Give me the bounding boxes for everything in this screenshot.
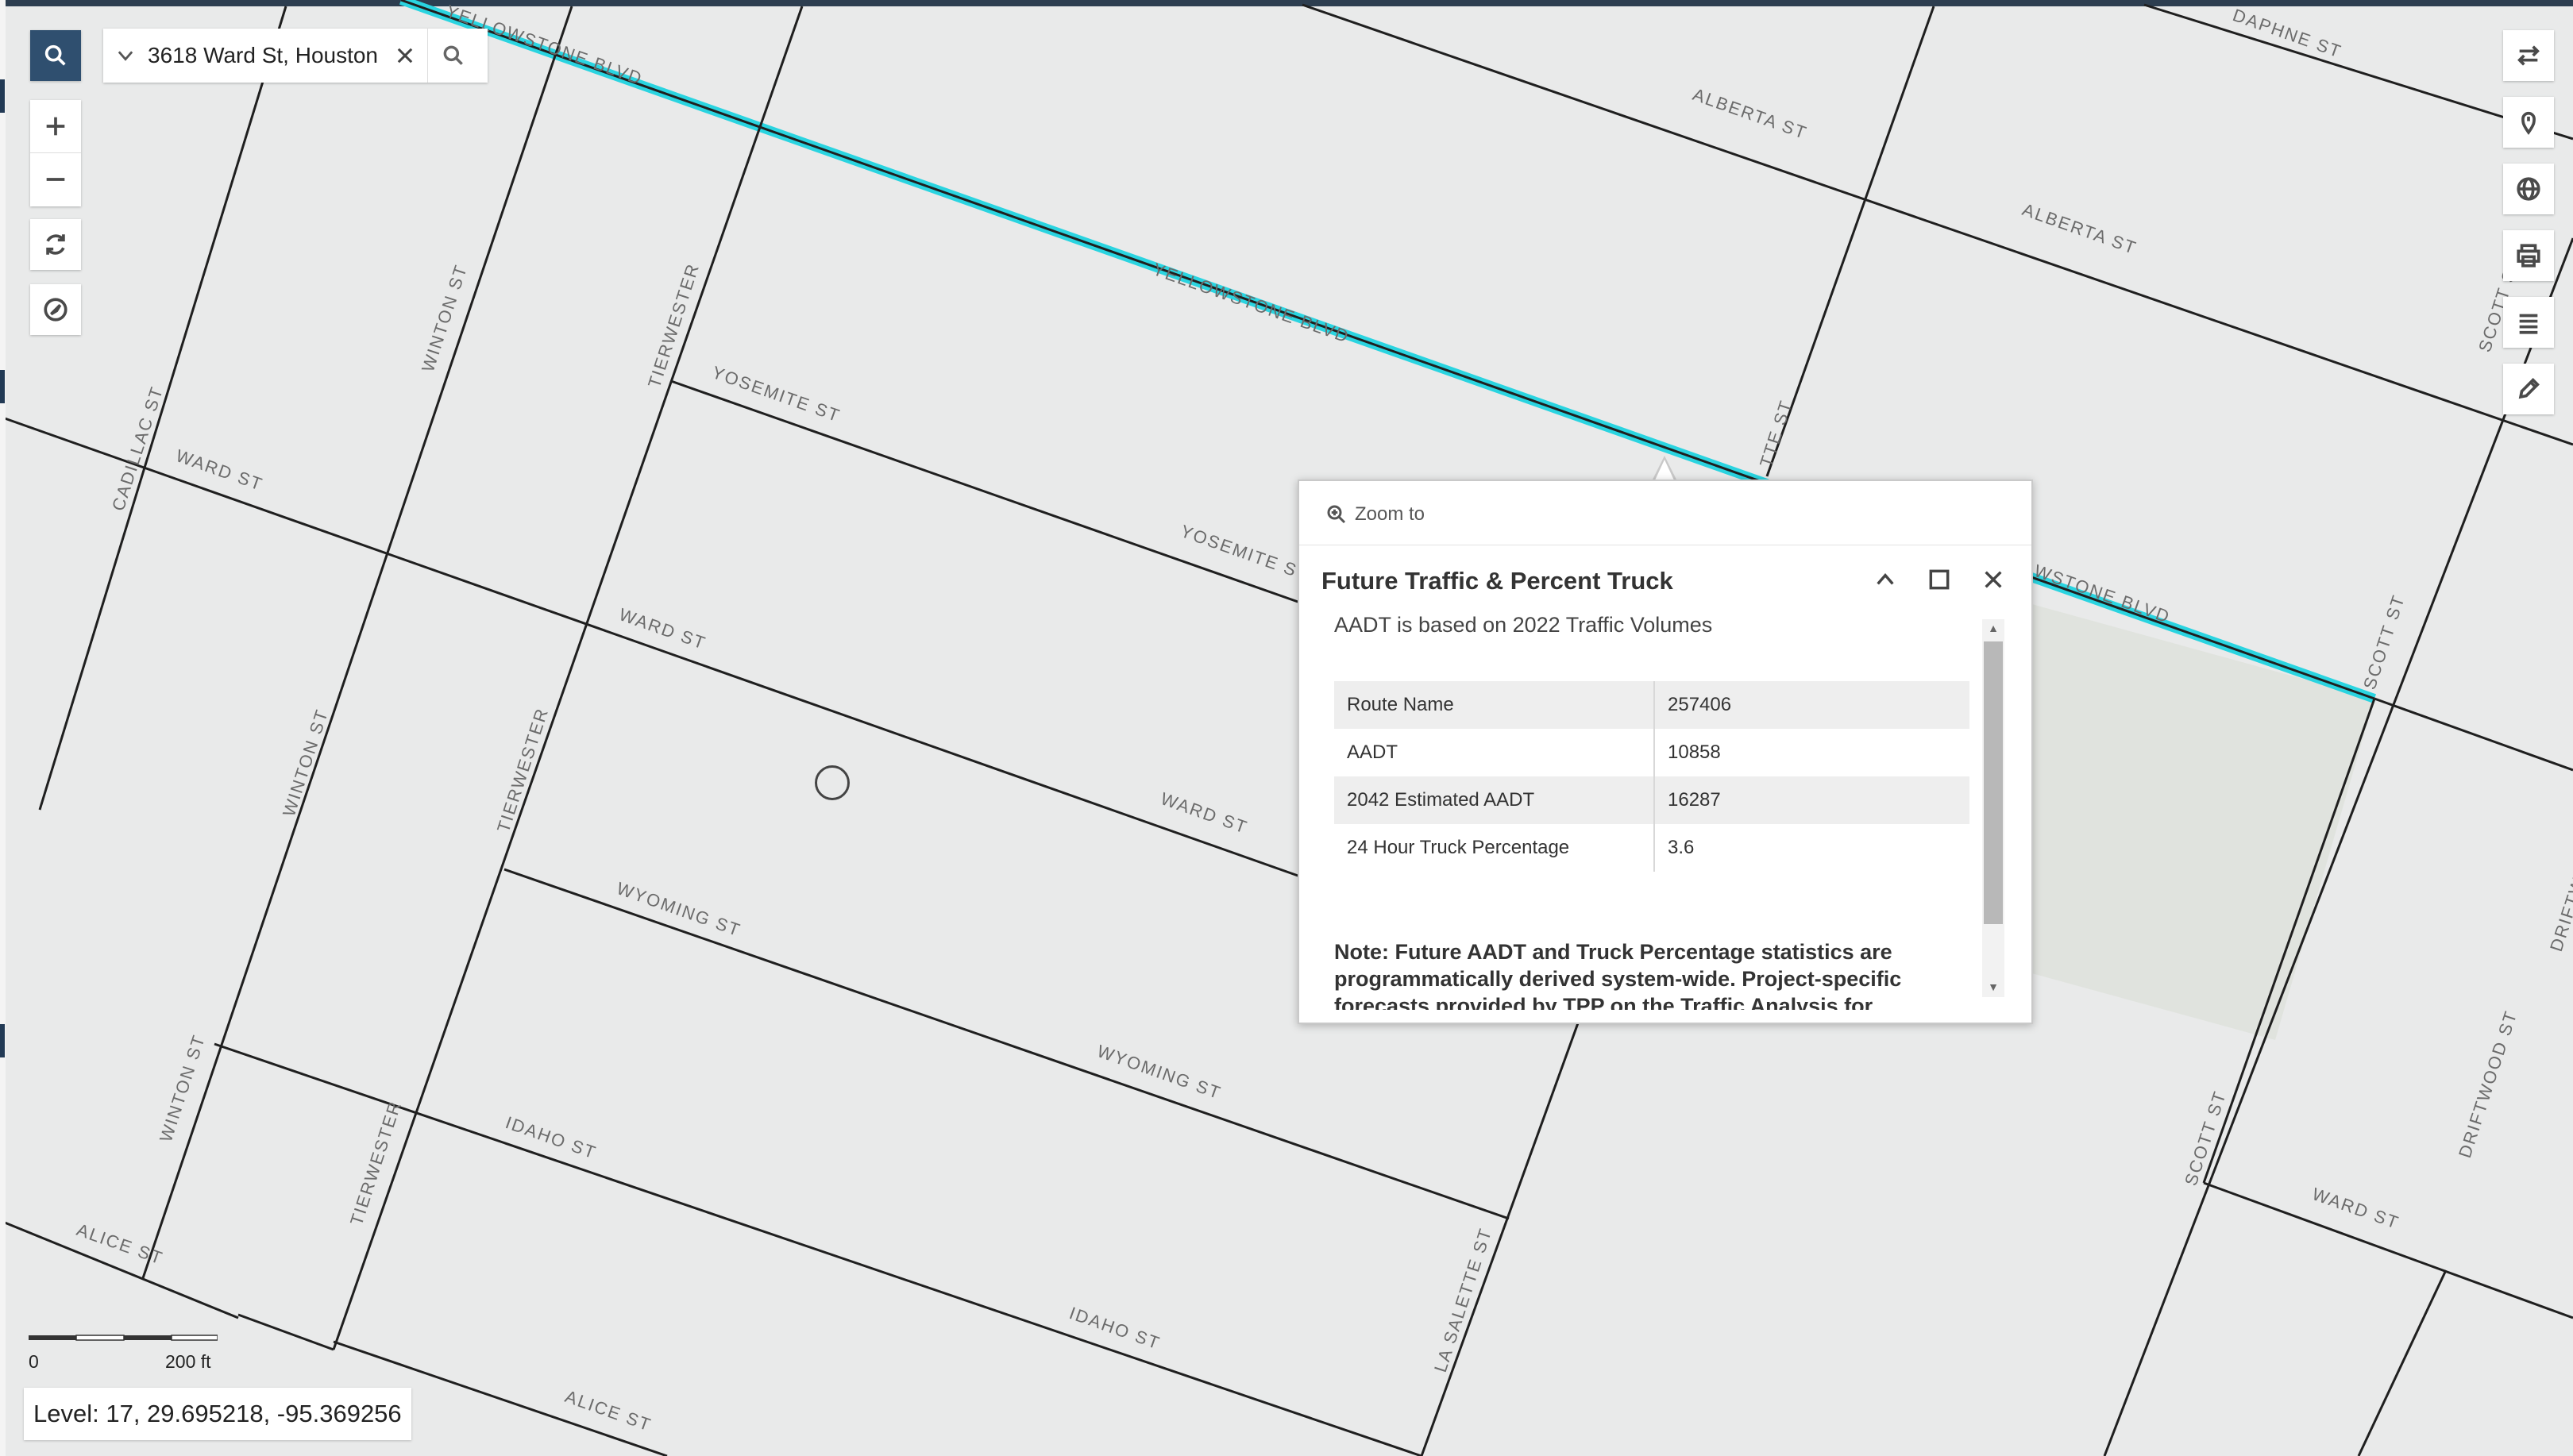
svg-text:WINTON ST: WINTON ST [418,262,471,375]
svg-text:WINTON ST: WINTON ST [279,707,332,819]
attribute-key: 2042 Estimated AADT [1334,776,1655,824]
pencil-icon [2518,378,2540,399]
svg-text:ALBERTA ST: ALBERTA ST [1690,84,1810,143]
chevron-up-icon [1877,573,1894,585]
layers-globe-button[interactable] [2503,164,2554,214]
zoom-to-button[interactable]: Zoom to [1325,497,1425,532]
scale-end-label: 200 ft [165,1351,211,1372]
popup-note: Note: Future AADT and Truck Percentage s… [1334,940,1902,1010]
svg-text:TIERWESTER: TIERWESTER [644,260,703,391]
minus-icon [46,178,65,181]
locate-button[interactable] [30,284,81,335]
maximize-icon [1929,569,1950,590]
zoom-in-button[interactable] [30,100,81,153]
table-row: AADT 10858 [1334,729,1969,776]
attribute-key: 24 Hour Truck Percentage [1334,824,1655,872]
search-input[interactable] [148,43,383,68]
print-icon [2517,244,2540,268]
table-row: 2042 Estimated AADT 16287 [1334,776,1969,824]
parcel-highlight [2029,603,2374,1040]
popup-pointer-fill [1654,460,1675,482]
svg-text:SCOTT ST: SCOTT ST [2181,1088,2230,1188]
left-edge-strip [0,0,6,1456]
collapse-button[interactable] [1866,560,1904,599]
refresh-icon [46,234,65,255]
legend-button[interactable] [2503,297,2554,348]
svg-text:IDAHO ST: IDAHO ST [1067,1303,1163,1354]
popup-basis-text: AADT is based on 2022 Traffic Volumes [1334,613,1713,637]
scroll-up-arrow[interactable]: ▲ [1984,619,2003,637]
attribute-value: 3.6 [1668,837,1695,858]
svg-text:YOSEMITE ST: YOSEMITE ST [1178,521,1312,584]
basemap-switch-button[interactable] [2503,30,2554,81]
swap-icon [2517,45,2540,66]
popup-tools [1866,560,2012,599]
svg-text:YELLOWSTONE BLVD: YELLOWSTONE BLVD [1150,259,1352,347]
list-icon [2519,314,2538,334]
svg-text:TIERWESTER: TIERWESTER [346,1098,405,1228]
scale-bar: 0 200 ft [29,1327,219,1375]
svg-text:ALICE ST: ALICE ST [562,1386,654,1435]
popup-content[interactable]: AADT is based on 2022 Traffic Volumes Ro… [1334,613,1979,1010]
attribute-key: Route Name [1334,681,1655,729]
search-widget [103,29,488,83]
svg-text:LA SALETTE ST: LA SALETTE ST [1430,1225,1495,1374]
scale-start-label: 0 [29,1351,39,1372]
search-icon [443,45,463,65]
attribute-value: 10858 [1668,741,1721,763]
search-icon [44,44,66,66]
location-button[interactable] [2503,97,2554,148]
default-extent-button[interactable] [30,219,81,270]
attribute-table: Route Name 257406 AADT 10858 2042 Estima… [1334,681,1969,872]
scale-bar-graphic [29,1335,218,1341]
attribute-key: AADT [1334,729,1655,776]
clear-search-button[interactable] [383,29,427,83]
chevron-down-icon [118,51,133,61]
draw-button[interactable] [2503,364,2554,414]
map-canvas[interactable]: YELLOWSTONE BLVD YELLOWSTONE BLVD WSTONE… [0,0,2573,1456]
svg-text:WARD ST: WARD ST [616,604,708,653]
zoom-out-button[interactable] [30,153,81,206]
svg-text:YOSEMITE ST: YOSEMITE ST [709,362,843,426]
close-icon [397,48,413,64]
svg-text:TTE ST: TTE ST [1756,397,1796,469]
svg-text:WINTON ST: WINTON ST [156,1032,209,1145]
svg-text:WARD ST: WARD ST [173,445,265,495]
source-dropdown-button[interactable] [103,29,148,83]
close-icon [1985,571,2002,588]
svg-text:WYOMING ST: WYOMING ST [1094,1041,1224,1103]
svg-text:DAPHNE ST: DAPHNE ST [2230,5,2344,62]
dock-button[interactable] [1920,560,1958,599]
attribute-value: 257406 [1654,681,1969,729]
coordinate-readout: Level: 17, 29.695218, -95.369256 [24,1388,411,1440]
map-cursor [815,765,850,800]
scroll-down-arrow[interactable]: ▼ [1984,978,2003,996]
zoom-to-label: Zoom to [1355,503,1425,525]
table-row: Route Name 257406 [1334,681,1969,729]
attribute-value: 16287 [1654,776,1969,824]
table-row: 24 Hour Truck Percentage 3.6 [1334,824,1969,872]
svg-text:SCOTT ST: SCOTT ST [2359,592,2409,692]
svg-text:DRIFTWOOD ST: DRIFTWOOD ST [2546,801,2573,953]
print-button[interactable] [2503,230,2554,281]
search-toggle-button[interactable] [30,30,81,81]
pin-icon [2521,111,2536,135]
close-popup-button[interactable] [1974,560,2012,599]
svg-text:ALBERTA ST: ALBERTA ST [2019,199,2139,258]
zoom-controls [30,100,81,206]
svg-text:IDAHO ST: IDAHO ST [503,1112,599,1163]
popup-title: Future Traffic & Percent Truck [1321,567,1673,595]
svg-text:DRIFTWOOD ST: DRIFTWOOD ST [2455,1007,2521,1160]
svg-text:ALICE ST: ALICE ST [74,1219,166,1269]
popup-scrollbar-thumb[interactable] [1984,641,2003,924]
plus-icon [46,117,65,136]
feature-popup: Zoom to Future Traffic & Percent Truck A… [1298,480,2033,1024]
svg-text:TIERWESTER: TIERWESTER [493,705,552,835]
search-submit-button[interactable] [427,29,479,83]
compass-icon [44,298,68,322]
globe-icon [2517,177,2540,201]
zoom-in-magnifier-icon [1327,505,1346,524]
